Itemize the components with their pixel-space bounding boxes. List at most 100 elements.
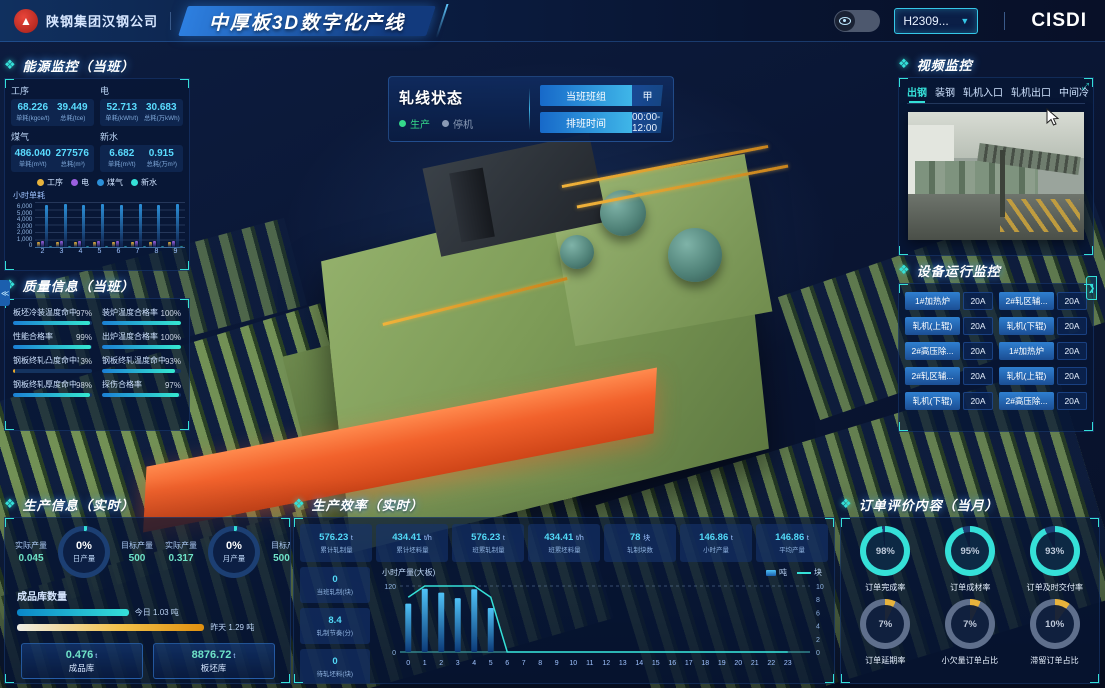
- daily-output-gauge: 实际产量0.045 0%日产量 目标产量500: [9, 526, 159, 578]
- energy-bar-group: [131, 203, 146, 247]
- efficiency-panel: ❖ 生产效率（实时） 576.23 t累计轧制量434.41 t/h累计坯料量5…: [293, 494, 835, 684]
- svg-text:8: 8: [538, 660, 542, 667]
- left-panel-collapse-handle[interactable]: ≪: [0, 280, 10, 306]
- camera-tab-轧机出口[interactable]: 轧机出口: [1011, 84, 1051, 103]
- diamond-icon: ❖: [898, 56, 911, 72]
- equipment-button[interactable]: 1#加热炉: [905, 292, 960, 310]
- equipment-current-value: 20A: [1057, 292, 1087, 310]
- svg-text:17: 17: [685, 660, 693, 667]
- diamond-icon: ❖: [898, 262, 911, 278]
- equipment-button[interactable]: 2#高压除...: [905, 342, 960, 360]
- order-metric: 98%订单完成率: [845, 526, 926, 593]
- energy-section: 新水 6.682单耗(m³/t) 0.915总耗(万m³): [100, 130, 183, 172]
- cisdi-logo: CISDI: [1031, 10, 1087, 32]
- energy-bar-group: [56, 203, 71, 247]
- svg-text:19: 19: [718, 660, 726, 667]
- quality-item: 探伤合格率97%: [102, 379, 181, 397]
- order-metric: 7%小欠量订单占比: [930, 599, 1011, 666]
- svg-text:11: 11: [586, 660, 593, 667]
- hourly-chart-svg: 1200108642001234567891011121314151617181…: [376, 578, 828, 678]
- svg-text:0: 0: [392, 650, 396, 657]
- equipment-button[interactable]: 2#轧区辅...: [999, 292, 1054, 310]
- finished-store-card: 0.476t 成品库: [21, 643, 143, 679]
- energy-chart-x-axis: 23456789: [33, 248, 185, 255]
- equipment-button[interactable]: 2#轧区辅...: [905, 367, 960, 385]
- energy-bar-group: [168, 203, 183, 247]
- slab-store-card: 8876.72t 板坯库: [153, 643, 275, 679]
- quality-item: 装炉温度合格率100%: [102, 307, 181, 325]
- equipment-current-value: 20A: [1057, 367, 1087, 385]
- status-divider: [529, 88, 530, 130]
- batch-select[interactable]: H2309... ▼: [894, 8, 978, 34]
- status-dot-production: [399, 120, 406, 127]
- equipment-item: 2#高压除...20A: [905, 342, 993, 360]
- svg-text:22: 22: [767, 660, 775, 667]
- svg-text:2: 2: [816, 637, 820, 644]
- donut-gauge: 7%: [945, 599, 995, 649]
- svg-text:8: 8: [816, 597, 820, 604]
- equipment-button[interactable]: 2#高压除...: [999, 392, 1054, 410]
- order-metric: 93%订单及时交付率: [1014, 526, 1095, 593]
- camera-tab-轧机入口[interactable]: 轧机入口: [963, 84, 1003, 103]
- equipment-button[interactable]: 轧机(上辊): [999, 367, 1054, 385]
- donut-gauge: 98%: [860, 526, 910, 576]
- svg-text:20: 20: [734, 660, 742, 667]
- equipment-current-value: 20A: [963, 317, 993, 335]
- svg-text:9: 9: [555, 660, 559, 667]
- svg-text:2: 2: [439, 660, 443, 667]
- equipment-current-value: 20A: [1057, 317, 1087, 335]
- top-header: ▲ 陕钢集团汉钢公司 中厚板3D数字化产线 H2309... ▼ CISDI: [0, 0, 1105, 42]
- right-panel-collapse-handle[interactable]: ❯: [1086, 276, 1097, 300]
- svg-text:21: 21: [751, 660, 759, 667]
- status-title: 轧线状态: [399, 87, 519, 108]
- video-monitor-panel: ❖ 视频监控 ⤢ 出钢装钢轧机入口轧机出口中间冷电加热: [898, 54, 1094, 256]
- energy-bar-group: [37, 203, 52, 247]
- svg-text:5: 5: [489, 660, 493, 667]
- panel-title: 设备运行监控: [917, 261, 1001, 280]
- quality-item: 性能合格率99%: [13, 331, 92, 349]
- svg-text:23: 23: [784, 660, 792, 667]
- svg-text:10: 10: [569, 660, 577, 667]
- camera-feed[interactable]: [908, 112, 1084, 240]
- equipment-button[interactable]: 1#加热炉: [999, 342, 1054, 360]
- header-divider: [170, 12, 171, 30]
- efficiency-stat: 434.41 t/h班累坯料量: [528, 524, 600, 562]
- header-streak-decoration: [436, 4, 449, 38]
- panel-expand-icon[interactable]: ⤢: [1082, 81, 1089, 92]
- svg-text:6: 6: [816, 610, 820, 617]
- svg-text:7: 7: [522, 660, 526, 667]
- equipment-current-value: 20A: [963, 342, 993, 360]
- quality-item: 钢板终轧温度命中率93%: [102, 355, 181, 373]
- equipment-item: 轧机(上辊)20A: [999, 367, 1087, 385]
- camera-tab-装钢[interactable]: 装钢: [935, 84, 955, 103]
- donut-gauge: 10%: [1030, 599, 1080, 649]
- equipment-button[interactable]: 轧机(上辊): [905, 317, 960, 335]
- shift-team-row: 当班班组 甲: [540, 85, 663, 106]
- equipment-button[interactable]: 轧机(下辊): [905, 392, 960, 410]
- svg-text:16: 16: [668, 660, 676, 667]
- quality-info-panel: ❖ 质量信息（当班） 板坯冷装温度命中率97%装炉温度合格率100%性能合格率9…: [4, 275, 190, 431]
- bar-legend-swatch: [766, 570, 776, 576]
- equipment-item: 2#高压除...20A: [999, 392, 1087, 410]
- svg-text:120: 120: [384, 584, 396, 591]
- order-metric: 10%滞留订单占比: [1014, 599, 1095, 666]
- header-divider: [1004, 12, 1005, 30]
- efficiency-stat: 146.86 t小时产量: [680, 524, 752, 562]
- status-dot-stopped: [442, 120, 449, 127]
- svg-text:13: 13: [619, 660, 627, 667]
- svg-text:4: 4: [816, 624, 820, 631]
- equipment-current-value: 20A: [963, 392, 993, 410]
- energy-bar-group: [93, 203, 108, 247]
- panel-title: 能源监控（当班）: [23, 56, 135, 75]
- equipment-monitor-panel: ❖ 设备运行监控 1#加热炉20A2#轧区辅...20A轧机(上辊)20A轧机(…: [898, 260, 1094, 432]
- equipment-button[interactable]: 轧机(下辊): [999, 317, 1054, 335]
- visibility-toggle[interactable]: [834, 10, 880, 32]
- efficiency-stat: 434.41 t/h累计坯料量: [376, 524, 448, 562]
- batch-select-value: H2309...: [903, 14, 948, 28]
- svg-text:14: 14: [635, 660, 643, 667]
- camera-tab-出钢[interactable]: 出钢: [907, 84, 927, 103]
- svg-text:0: 0: [406, 660, 410, 667]
- chevron-down-icon: ▼: [960, 16, 969, 26]
- stock-bar-yesterday: 昨天 1.29 吨: [17, 622, 278, 633]
- equipment-current-value: 20A: [963, 292, 993, 310]
